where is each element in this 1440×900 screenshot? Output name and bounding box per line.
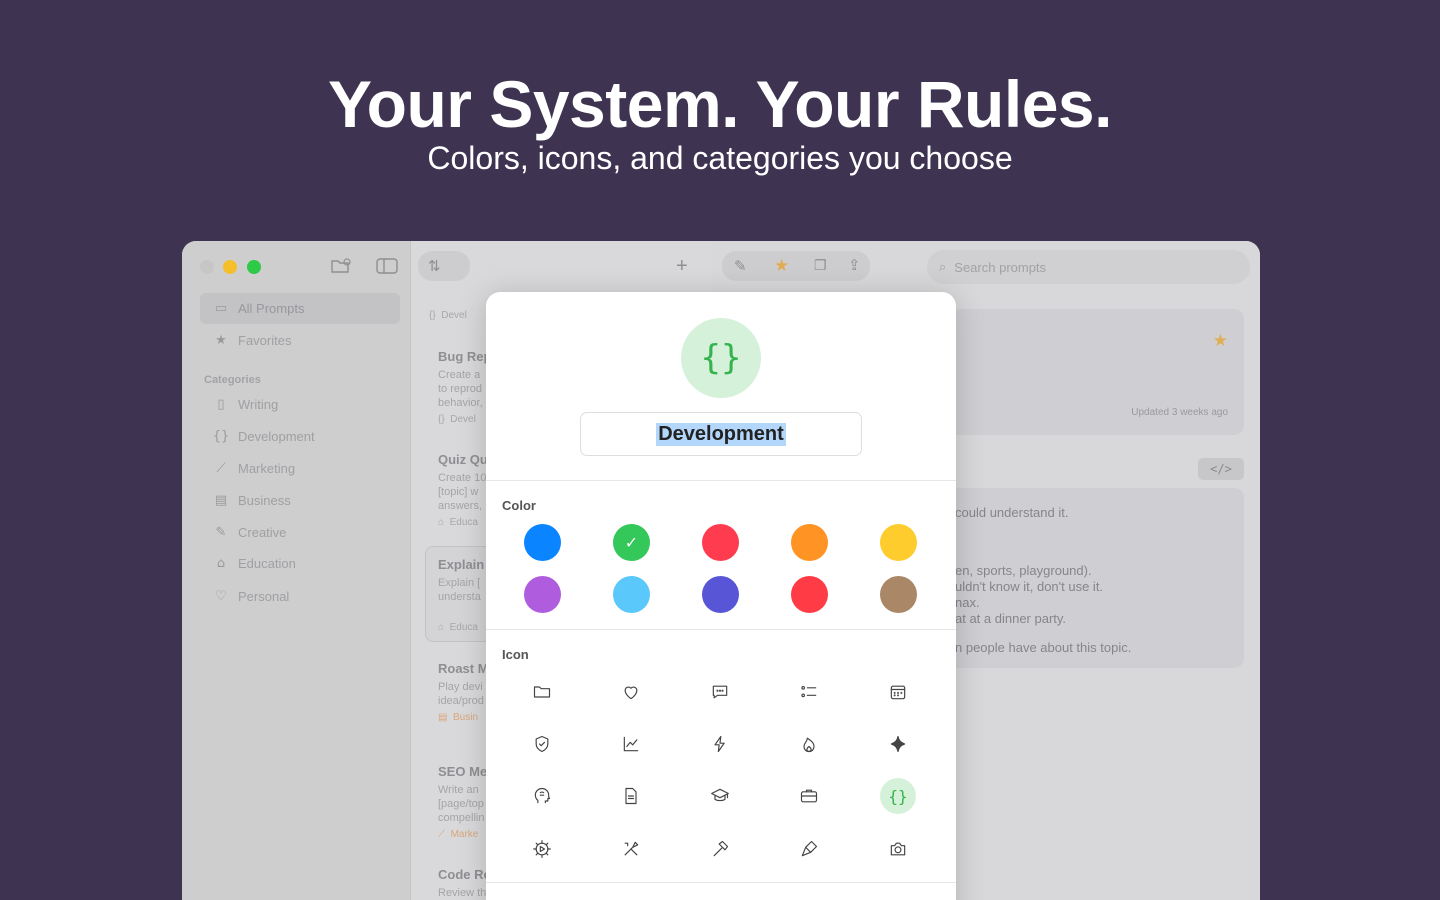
categories-header: Categories [204, 374, 261, 386]
edit-icon[interactable]: ✎ [734, 257, 747, 275]
minimize-window-button[interactable] [223, 260, 237, 274]
zoom-window-button[interactable] [247, 260, 261, 274]
add-prompt-button[interactable]: + [676, 255, 688, 278]
sidebar-item-label: Writing [238, 397, 279, 412]
brain-head-icon[interactable] [524, 778, 560, 814]
bolt-icon[interactable] [702, 726, 738, 762]
search-input[interactable]: ⌕ Search prompts [927, 250, 1250, 284]
prompt-header-card: ★ Updated 3 weeks ago [942, 309, 1244, 435]
sidebar-item-label: Creative [238, 525, 287, 540]
body-line: could understand it. [955, 505, 1069, 520]
divider [486, 480, 956, 481]
icon-section-label: Icon [502, 647, 529, 662]
color-swatch[interactable] [613, 576, 650, 613]
sidebar-item-label: Personal [238, 589, 290, 604]
sidebar-item-marketing[interactable]: ⟋ Marketing [200, 453, 400, 484]
body-line: en, sports, playground). [955, 563, 1092, 578]
sidebar-item-business[interactable]: ▤ Business [200, 485, 400, 516]
chart-icon[interactable] [613, 726, 649, 762]
body-line: at at a dinner party. [955, 611, 1067, 626]
sidebar-item-label: Favorites [238, 333, 292, 348]
hammer-icon[interactable] [702, 831, 738, 867]
code-view-button[interactable]: </> [1198, 458, 1244, 480]
sidebar-item-label: Marketing [238, 461, 296, 476]
close-window-button[interactable] [200, 260, 214, 274]
heart-icon: ♡ [215, 589, 227, 604]
sparkle-icon[interactable] [880, 726, 916, 762]
sidebar-item-favorites[interactable]: ★ Favorites [200, 325, 400, 356]
search-icon: ⌕ [939, 259, 947, 274]
sidebar-item-writing[interactable]: ▯ Writing [200, 389, 400, 420]
heart-icon[interactable] [613, 674, 649, 710]
sidebar-item-label: All Prompts [238, 301, 305, 316]
folder-icon: ▭ [214, 301, 228, 316]
briefcase-icon[interactable] [791, 778, 827, 814]
category-name-field[interactable]: Development [580, 412, 862, 456]
color-swatch[interactable] [702, 576, 739, 613]
paintbrush-icon[interactable] [791, 831, 827, 867]
braces-icon: {} [212, 429, 230, 444]
hero-title: Your System. Your Rules. [328, 67, 1112, 141]
sidebar-item-education[interactable]: ⌂ Education [200, 548, 400, 579]
camera-icon[interactable] [880, 831, 916, 867]
body-line: uldn't know it, don't use it. [955, 579, 1104, 594]
detail-toolbar: ✎ ★ ❐ ⇪ [722, 251, 870, 281]
tag-label: Devel [441, 310, 467, 321]
star-icon[interactable]: ★ [774, 256, 789, 276]
sort-button[interactable]: ⇅ [418, 251, 470, 281]
calendar-icon[interactable] [880, 674, 916, 710]
speech-bubble-icon[interactable] [702, 674, 738, 710]
body-line: n people have about this topic. [955, 640, 1132, 655]
star-icon: ★ [215, 333, 227, 348]
color-swatch[interactable] [791, 576, 828, 613]
list-top-tag: {} Devel [429, 310, 467, 321]
color-swatch[interactable] [524, 576, 561, 613]
updated-label: Updated 3 weeks ago [1131, 407, 1228, 418]
color-swatch[interactable] [880, 576, 917, 613]
hero-subtitle: Colors, icons, and categories you choose [427, 140, 1013, 176]
brush-icon: ✎ [215, 525, 227, 540]
braces-icon[interactable]: {} [880, 778, 916, 814]
favorite-star-icon[interactable]: ★ [1213, 331, 1228, 351]
color-swatch[interactable] [880, 524, 917, 561]
graduation-cap-icon[interactable] [702, 778, 738, 814]
color-swatch[interactable] [524, 524, 561, 561]
category-name-value: Development [656, 422, 786, 446]
sort-icon: ⇅ [428, 258, 441, 275]
body-line: nax. [955, 595, 980, 610]
sidebar-item-all-prompts[interactable]: ▭ All Prompts [200, 293, 400, 324]
new-folder-icon[interactable] [330, 257, 352, 280]
sidebar-item-label: Business [238, 493, 291, 508]
category-icon-preview: {} [681, 318, 761, 398]
color-swatch[interactable]: ✓ [613, 524, 650, 561]
shield-check-icon[interactable] [524, 726, 560, 762]
gear-play-icon[interactable] [524, 831, 560, 867]
document-icon[interactable] [613, 778, 649, 814]
sidebar: ▭ All Prompts ★ Favorites Categories ▯ W… [182, 241, 410, 900]
color-section-label: Color [502, 498, 536, 513]
sidebar-toggle-icon[interactable] [376, 258, 398, 279]
divider [486, 882, 956, 883]
color-swatch[interactable] [702, 524, 739, 561]
sidebar-item-development[interactable]: {} Development [200, 421, 400, 452]
search-placeholder: Search prompts [954, 259, 1047, 275]
share-icon[interactable]: ⇪ [848, 256, 861, 274]
tools-icon[interactable] [613, 831, 649, 867]
briefcase-icon: ▤ [214, 493, 228, 508]
sidebar-item-label: Education [238, 556, 296, 571]
edit-category-dialog: {} Development Color ✓ Icon {} [486, 292, 956, 900]
sidebar-item-label: Development [238, 429, 315, 444]
flame-icon[interactable] [791, 726, 827, 762]
copy-icon[interactable]: ❐ [814, 257, 827, 274]
color-swatch[interactable] [791, 524, 828, 561]
folder-icon[interactable] [524, 674, 560, 710]
braces-icon: {} [429, 310, 436, 321]
document-icon: ▯ [217, 397, 225, 412]
sidebar-item-personal[interactable]: ♡ Personal [200, 581, 400, 612]
divider [486, 629, 956, 630]
sidebar-item-creative[interactable]: ✎ Creative [200, 517, 400, 548]
graduation-cap-icon: ⌂ [216, 556, 226, 571]
chart-icon: ⟋ [216, 461, 226, 476]
checklist-icon[interactable] [791, 674, 827, 710]
